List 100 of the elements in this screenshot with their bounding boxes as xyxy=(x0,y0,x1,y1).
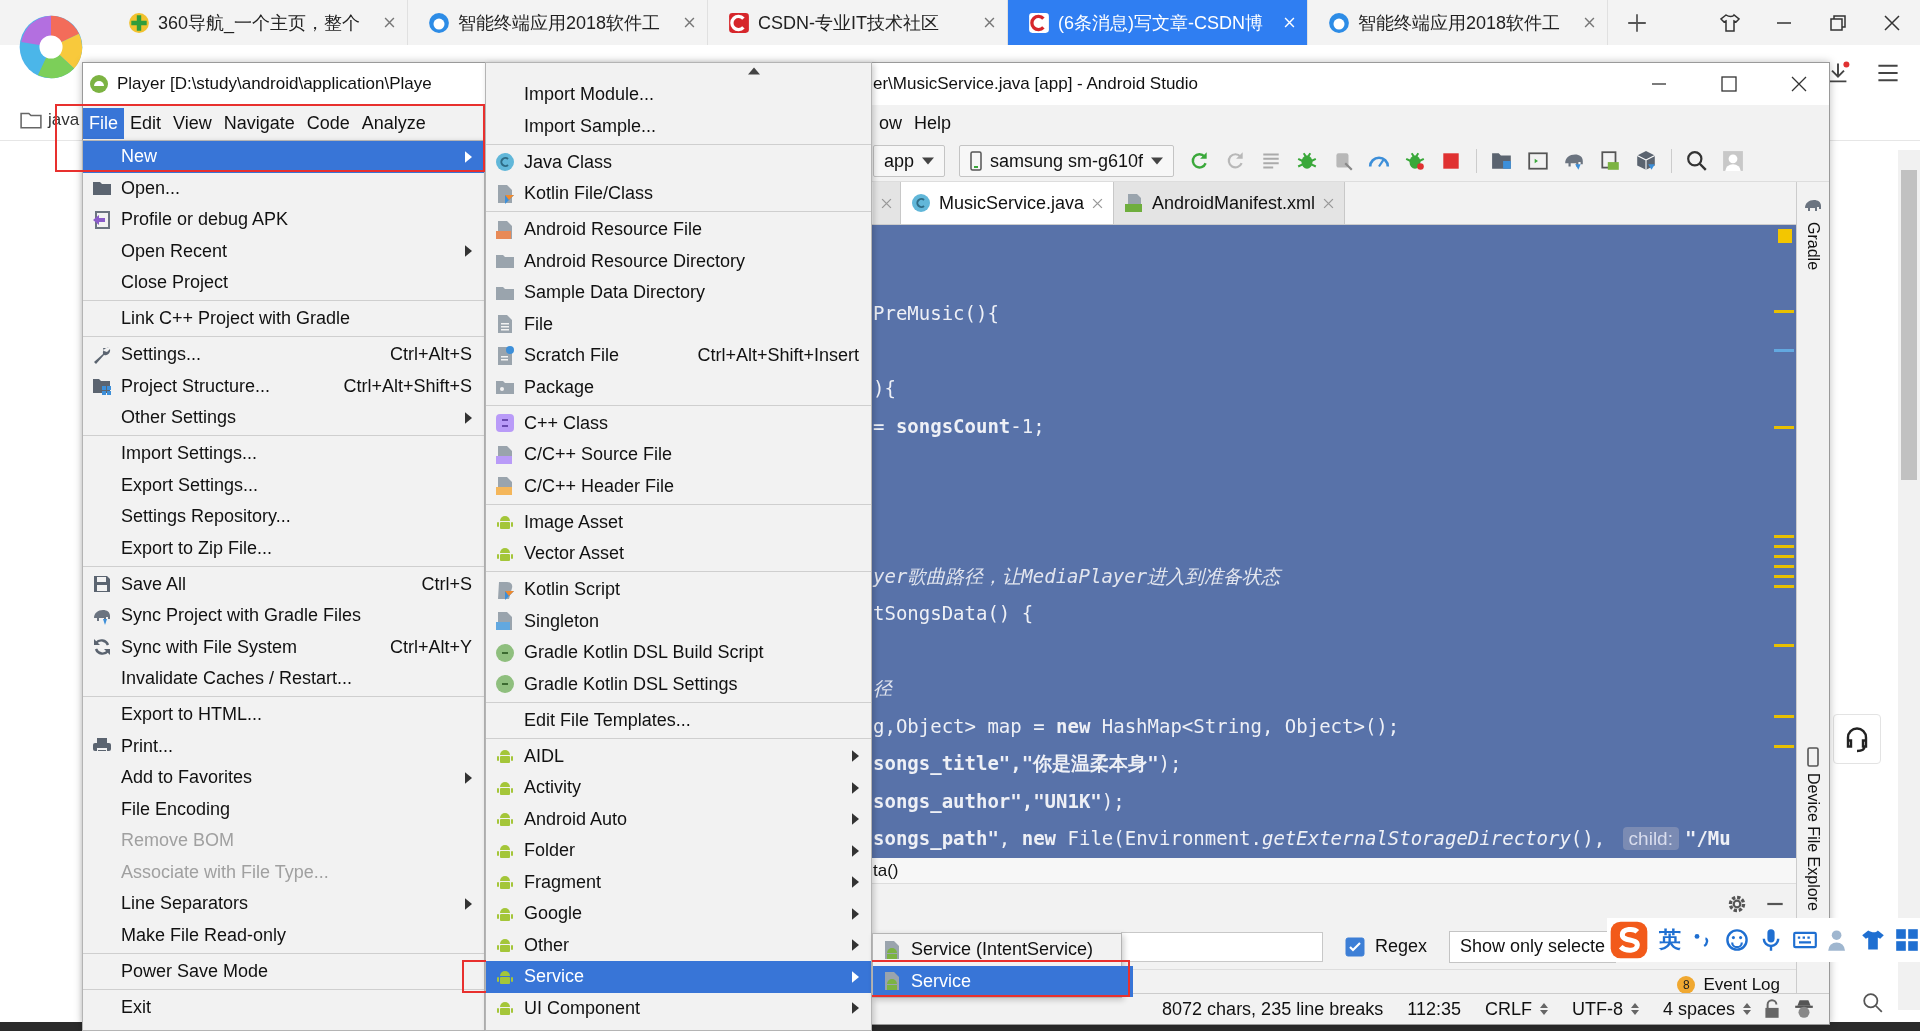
menu-item[interactable]: Exit xyxy=(83,991,484,1023)
maximize-icon[interactable] xyxy=(1719,74,1739,94)
logo-icon[interactable] xyxy=(1609,920,1649,960)
menu-item[interactable]: Project Structure... Ctrl+Alt+Shift+S xyxy=(83,370,484,402)
menu-item[interactable]: Make File Read-only xyxy=(83,919,484,951)
menu-item[interactable]: Package xyxy=(486,371,871,403)
checkbox-label[interactable]: Regex xyxy=(1375,936,1428,957)
menu-item[interactable]: Help xyxy=(908,107,958,139)
menu-item[interactable]: C/C++ Header File xyxy=(486,470,871,502)
menu-item[interactable]: Service (IntentService) xyxy=(873,934,1133,966)
menu-item[interactable]: Google xyxy=(486,898,871,930)
menu-item[interactable]: Other Settings xyxy=(83,402,484,434)
device-icon[interactable] xyxy=(1599,150,1622,172)
menu-item[interactable]: Line Separators xyxy=(83,888,484,920)
menu-item[interactable]: Export Settings... xyxy=(83,469,484,501)
regex-checkbox[interactable] xyxy=(1345,936,1365,957)
menu-item[interactable]: Vector Asset xyxy=(486,538,871,570)
run-config-dropdown[interactable]: app xyxy=(873,145,946,177)
browser-tab[interactable]: CSDN-专业IT技术社区 xyxy=(708,0,1008,45)
scrollbar[interactable] xyxy=(1898,150,1920,1010)
menu-item[interactable]: Link C++ Project with Gradle xyxy=(83,303,484,335)
folder-grid-icon[interactable] xyxy=(1491,150,1514,172)
menu-item[interactable]: Android Resource Directory xyxy=(486,245,871,277)
device-dropdown[interactable]: samsung sm-g610f xyxy=(959,145,1175,177)
event-log-button[interactable]: Event Log xyxy=(1703,975,1780,995)
menu-item[interactable]: File xyxy=(83,107,124,139)
menu-item[interactable]: File Encoding xyxy=(83,793,484,825)
menu-item[interactable]: Export to Zip File... xyxy=(83,532,484,564)
menu-item[interactable]: New xyxy=(83,141,484,173)
menu-item[interactable]: Export to HTML... xyxy=(83,699,484,731)
status-button[interactable]: 8072 chars, 235 line breaks xyxy=(1162,998,1384,1020)
menu-item[interactable]: Android Auto xyxy=(486,803,871,835)
menu-item[interactable]: ow xyxy=(873,107,908,139)
new-tab-icon[interactable] xyxy=(1626,11,1648,34)
shirt-icon[interactable] xyxy=(1861,928,1885,952)
menu-item[interactable]: Print... xyxy=(83,730,484,762)
window-icon[interactable] xyxy=(1527,150,1550,172)
search-icon[interactable] xyxy=(1686,150,1709,172)
menu-item[interactable]: Gradle Kotlin DSL Build Script xyxy=(486,637,871,669)
menu-item[interactable]: Activity xyxy=(486,772,871,804)
menu-item[interactable]: Sync with File System Ctrl+Alt+Y xyxy=(83,631,484,663)
grid-icon[interactable] xyxy=(1895,928,1919,952)
menu-item[interactable]: Edit xyxy=(124,107,168,139)
menu-item[interactable]: Service xyxy=(486,961,871,993)
menu-item[interactable]: Analyze xyxy=(355,107,432,139)
menu-item[interactable]: Profile or debug APK xyxy=(83,204,484,236)
support-button[interactable] xyxy=(1833,714,1881,764)
menu-item[interactable]: AIDL xyxy=(486,740,871,772)
menu-item[interactable]: Save All Ctrl+S xyxy=(83,568,484,600)
shirt-icon[interactable] xyxy=(1720,12,1740,33)
menu-item[interactable]: Service xyxy=(873,965,1133,997)
menu-item[interactable]: Import Sample... xyxy=(486,110,871,142)
menu-item[interactable]: Scratch File Ctrl+Alt+Shift+Insert xyxy=(486,340,871,372)
browser-tab[interactable]: 360导航_一个主页，整个 xyxy=(108,0,408,45)
status-button[interactable]: 4 spaces xyxy=(1662,998,1751,1020)
menu-item[interactable]: Import Module... xyxy=(486,79,871,111)
menu-item[interactable]: View xyxy=(167,107,218,139)
menu-item[interactable]: Java Class xyxy=(486,146,871,178)
menu-item[interactable]: Fragment xyxy=(486,866,871,898)
menu-item[interactable]: C/C++ Source File xyxy=(486,439,871,471)
menu-item[interactable]: Power Save Mode xyxy=(83,955,484,987)
browser-tab[interactable]: (6条消息)写文章-CSDN博 xyxy=(1008,0,1308,45)
logo-icon[interactable] xyxy=(18,14,84,80)
smiley-icon[interactable] xyxy=(1725,928,1749,952)
restore-icon[interactable] xyxy=(1828,12,1848,33)
menu-item[interactable]: C++ Class xyxy=(486,407,871,439)
menu-item[interactable]: Open Recent xyxy=(83,235,484,267)
breadcrumb[interactable]: ta() xyxy=(873,860,899,881)
status-button[interactable]: UTF-8 xyxy=(1571,998,1639,1020)
menu-item[interactable]: Other xyxy=(486,929,871,961)
menu-item[interactable]: Add to Favorites xyxy=(83,762,484,794)
menu-item[interactable]: Image Asset xyxy=(486,506,871,538)
menu-item[interactable]: Import Settings... xyxy=(83,438,484,470)
editor-tab[interactable]: AndroidManifest.xml xyxy=(1114,182,1346,224)
menu-item[interactable]: Sync Project with Gradle Files xyxy=(83,600,484,632)
menu-item[interactable]: Close Project xyxy=(83,267,484,299)
menu-item[interactable]: File xyxy=(486,308,871,340)
cube-icon[interactable] xyxy=(1635,150,1658,172)
close-icon[interactable] xyxy=(1789,74,1809,94)
menu-item[interactable]: Kotlin Script xyxy=(486,574,871,606)
menu-item[interactable]: Sample Data Directory xyxy=(486,277,871,309)
menu-item[interactable]: Settings... Ctrl+Alt+S xyxy=(83,339,484,371)
close-icon[interactable] xyxy=(1882,12,1902,33)
bug-icon[interactable] xyxy=(1404,150,1427,172)
editor-tab[interactable]: MusicService.java xyxy=(901,182,1115,224)
inspector-icon[interactable] xyxy=(1793,998,1815,1020)
menu-item[interactable]: Folder xyxy=(486,835,871,867)
menu-item[interactable]: Settings Repository... xyxy=(83,501,484,533)
bug-icon[interactable] xyxy=(1296,150,1319,172)
filter-field[interactable] xyxy=(1121,931,1323,962)
scroll-up-icon[interactable] xyxy=(747,67,760,75)
search-icon[interactable] xyxy=(1862,992,1884,1014)
settings-icon[interactable] xyxy=(1726,893,1748,915)
browser-tab[interactable]: 智能终端应用2018软件工 xyxy=(408,0,708,45)
tool-window-tab[interactable]: Gradle xyxy=(1804,222,1822,271)
menu-item[interactable]: Invalidate Caches / Restart... xyxy=(83,663,484,695)
browser-tab[interactable]: 智能终端应用2018软件工 xyxy=(1308,0,1608,45)
menu-item[interactable]: Singleton xyxy=(486,605,871,637)
app-filter-dropdown[interactable]: Show only selecte xyxy=(1449,930,1617,963)
menu-item[interactable]: Gradle Kotlin DSL Settings xyxy=(486,668,871,700)
